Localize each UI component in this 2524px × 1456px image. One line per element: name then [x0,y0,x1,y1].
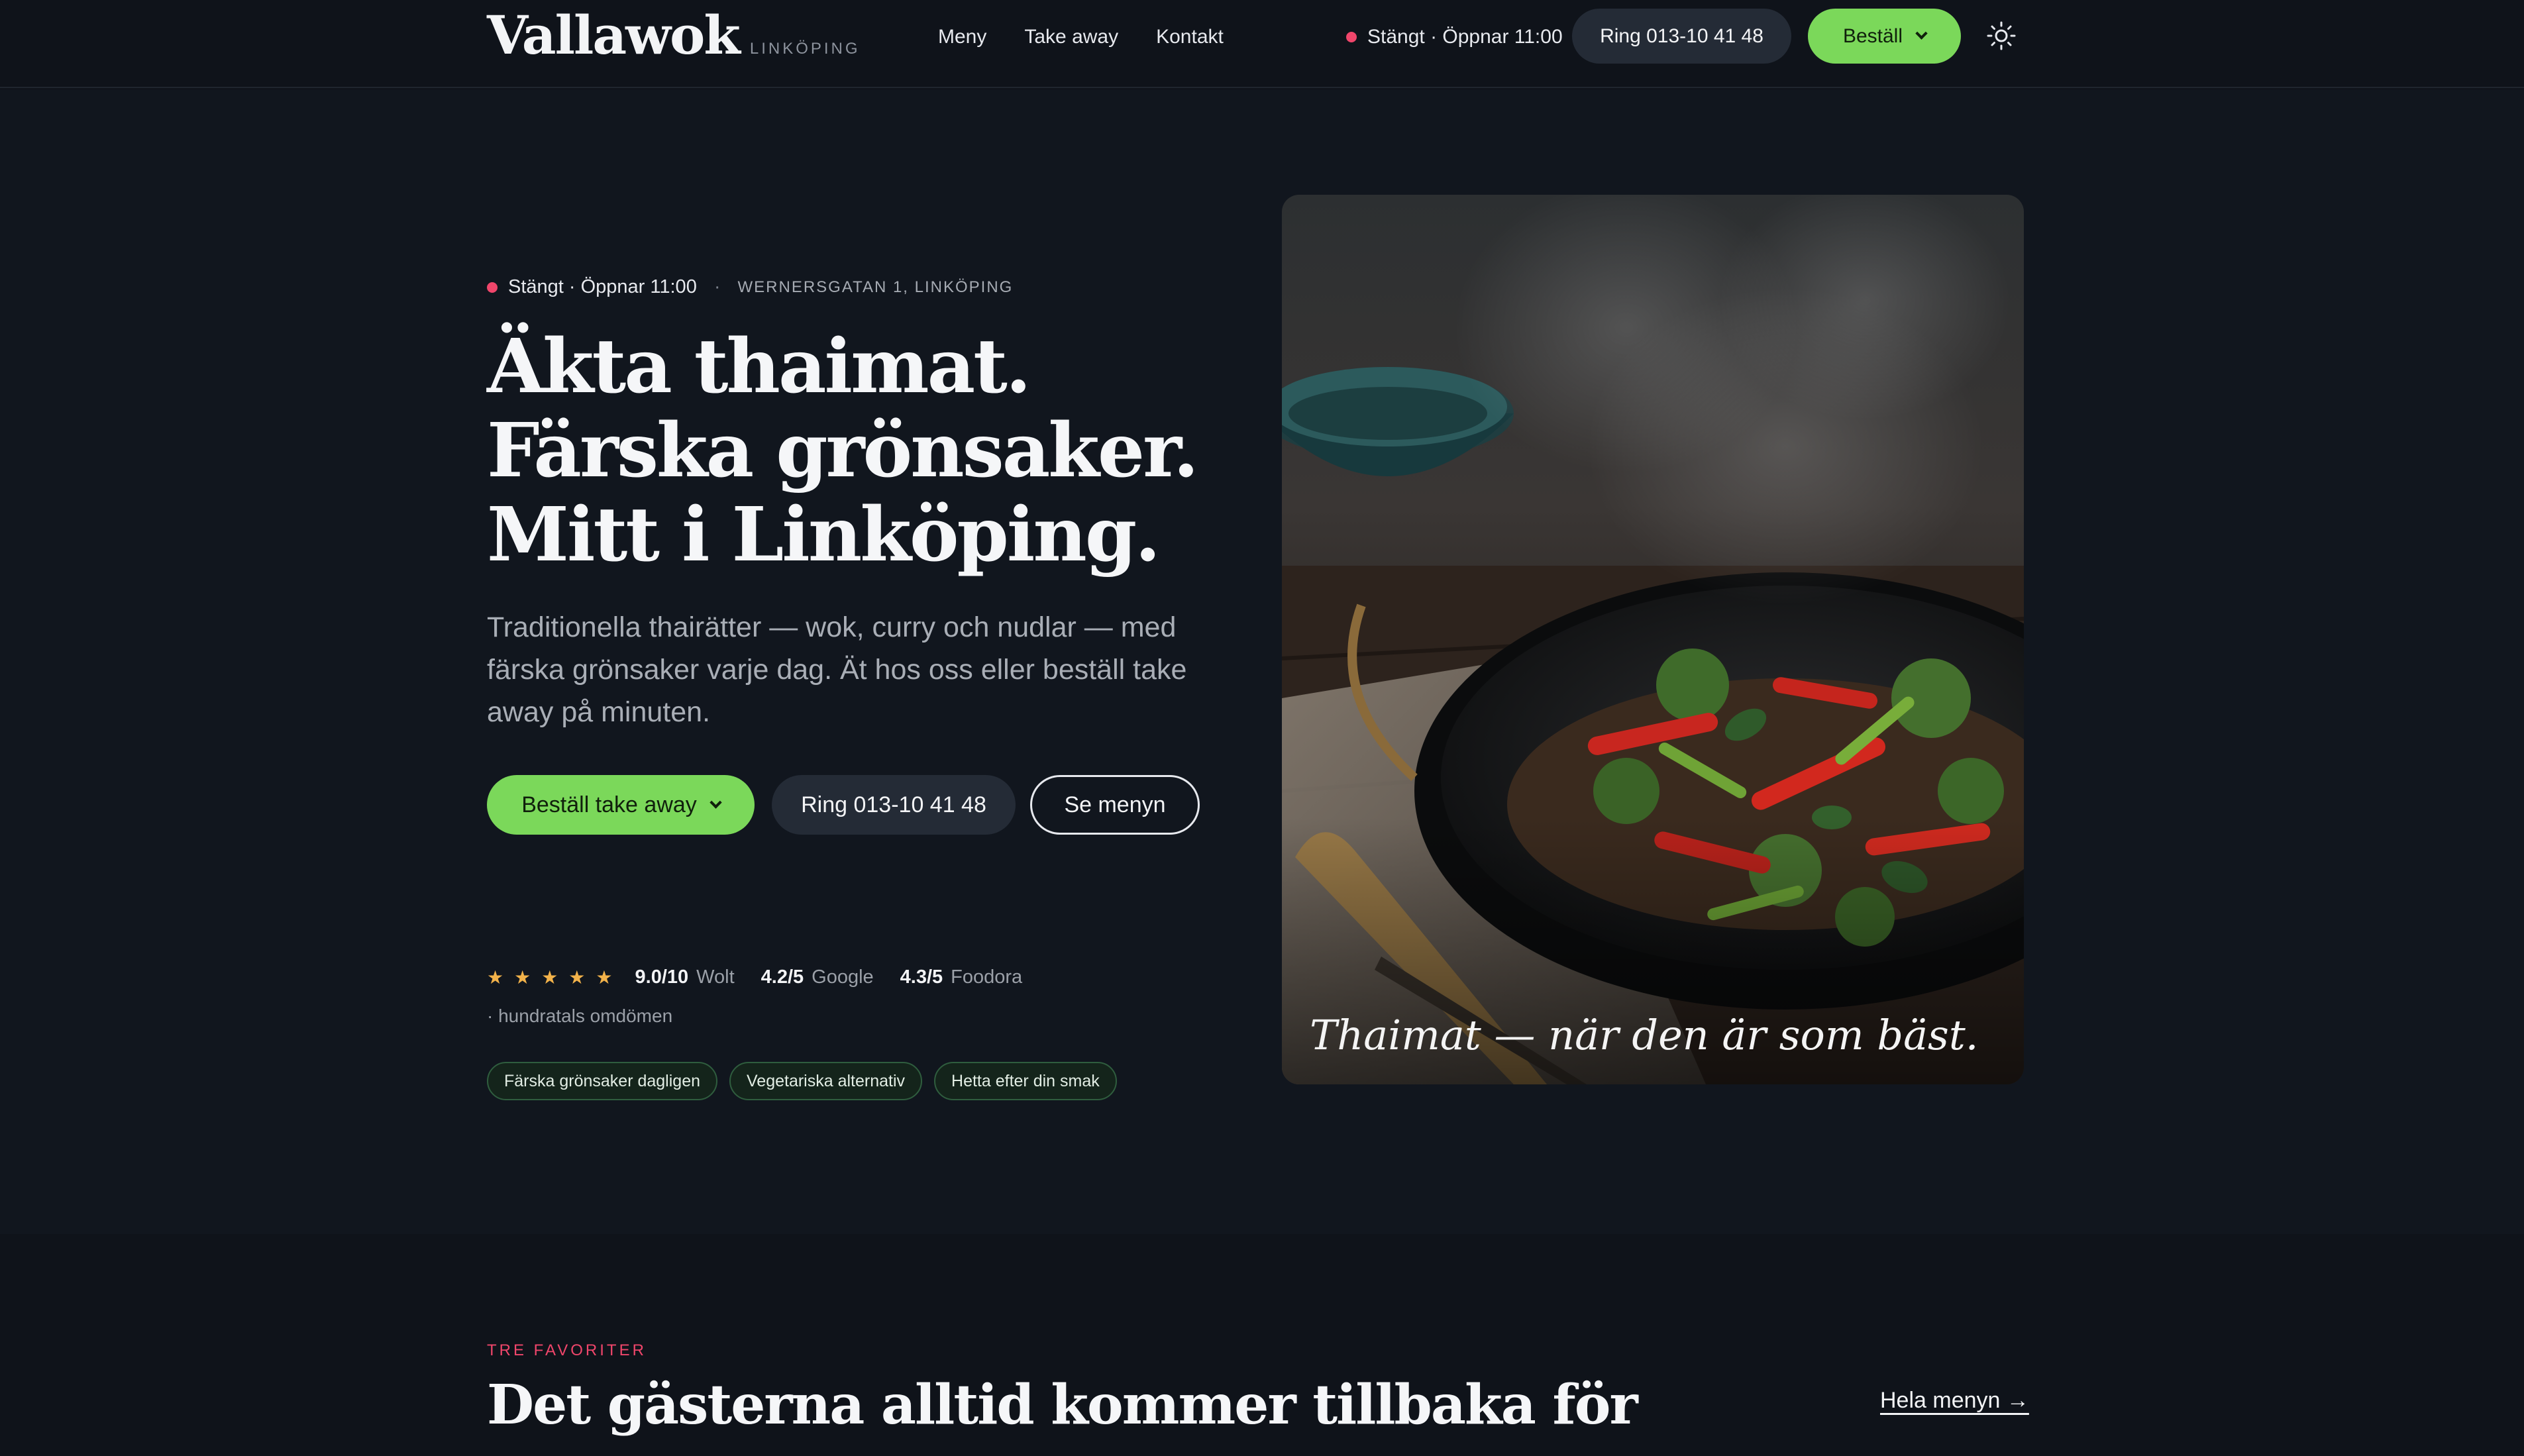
opening-status-text: Stängt · Öppnar 11:00 [1367,26,1563,48]
main-nav: Meny Take away Kontakt [938,24,1261,50]
favorites-title: Det gästerna alltid kommer tillbaka för [487,1373,1638,1437]
hero-title-line: Äkta thaimat. [487,323,1031,410]
hero-address: WERNERSGATAN 1, LINKÖPING [737,278,1014,296]
feature-chips: Färska grönsaker dagligen Vegetariska al… [487,1062,1129,1100]
nav-link-kontakt[interactable]: Kontakt [1156,24,1224,50]
hero-status: Stängt · Öppnar 11:00 [508,276,697,297]
wok-illustration [1282,195,2024,1084]
feature-chip: Vegetariska alternativ [729,1062,923,1100]
chevron-down-icon [1915,27,1928,40]
star-icon: ★★★★★ [487,967,623,988]
rating-score-wolt: 9.0/10 [635,966,689,988]
header-call-button[interactable]: Ring 013-10 41 48 [1572,9,1791,64]
header-order-button[interactable]: Beställ [1808,9,1961,64]
nav-link-meny[interactable]: Meny [938,24,986,50]
order-takeaway-label: Beställ take away [521,792,697,817]
feature-chip: Hetta efter din smak [934,1062,1117,1100]
hero-section: Stängt · Öppnar 11:00 · WERNERSGATAN 1, … [0,89,2524,1234]
rating-source-wolt: Wolt [696,966,735,988]
sun-icon[interactable] [1985,20,2017,52]
header-order-label: Beställ [1842,25,1903,47]
rating-score-foodora: 4.3/5 [900,966,943,988]
image-caption: Thaimat — när den är som bäst. [1310,1011,1979,1059]
rating-score-google: 4.2/5 [761,966,804,988]
favorites-eyebrow: TRE FAVORITER [487,1341,647,1359]
favorites-section: TRE FAVORITER Det gästerna alltid kommer… [0,1234,2524,1456]
rating-source-google: Google [812,966,874,988]
opening-status: Stängt · Öppnar 11:00 [1346,24,1563,50]
hero-title-line: Färska grönsaker. [487,407,1199,494]
site-header: Vallawok LINKÖPING Meny Take away Kontak… [0,0,2524,88]
hero-meta: Stängt · Öppnar 11:00 · WERNERSGATAN 1, … [487,276,1013,298]
brand-city: LINKÖPING [749,40,861,58]
rating-source-foodora: Foodora [951,966,1023,988]
chevron-down-icon [710,796,722,809]
see-menu-button[interactable]: Se menyn [1030,775,1200,835]
order-takeaway-button[interactable]: Beställ take away [487,775,755,835]
reviews-note: · hundratals omdömen [487,1006,673,1026]
hero-title-line: Mitt i Linköping. [487,492,1161,578]
ratings-row: ★★★★★ 9.0/10 Wolt 4.2/5 Google 4.3/5 Foo… [487,966,1049,988]
hero-title: Äkta thaimat. Färska grönsaker. Mitt i L… [487,325,1216,577]
brand-logo[interactable]: Vallawok LINKÖPING [487,4,861,66]
brand-name[interactable]: Vallawok [487,4,741,66]
nav-link-take-away[interactable]: Take away [1024,24,1118,50]
call-button[interactable]: Ring 013-10 41 48 [772,775,1016,835]
full-menu-link[interactable]: Hela menyn → [1880,1388,2029,1414]
status-dot-icon [487,282,498,293]
feature-chip: Färska grönsaker dagligen [487,1062,717,1100]
hero-lead: Traditionella thairätter — wok, curry oc… [487,611,1187,728]
hero-food-image: Thaimat — när den är som bäst. [1282,195,2024,1084]
status-dot-icon [1346,32,1357,42]
